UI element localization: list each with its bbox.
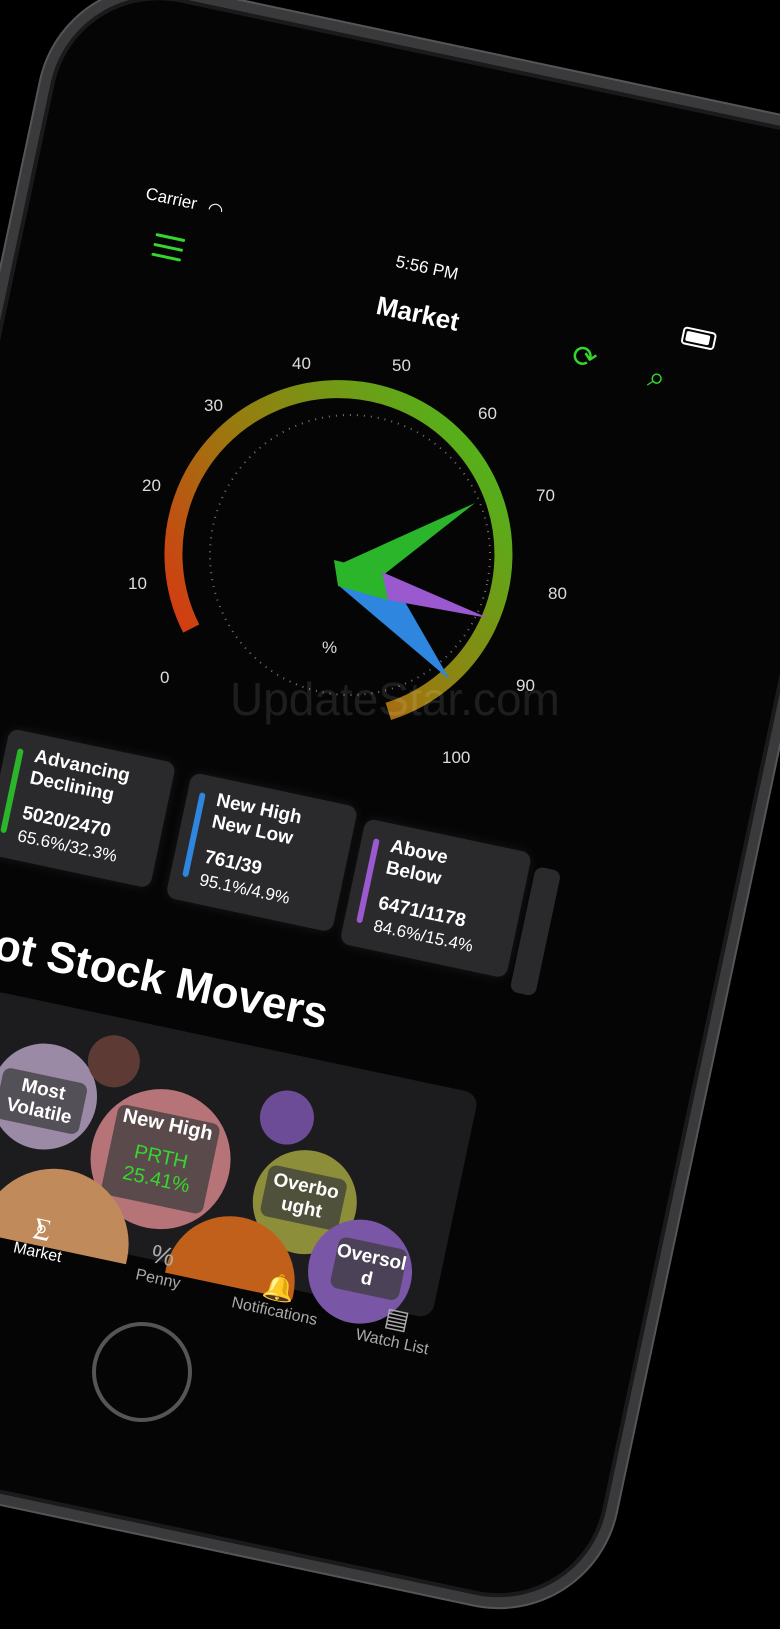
gauge-tick-label: 10 <box>128 574 147 593</box>
gauge-tick-label: 50 <box>392 356 411 375</box>
bubble-small-purple[interactable] <box>254 1085 319 1150</box>
tab-market[interactable]: ⨊ Market <box>12 1208 70 1267</box>
gauge-tick-label: 20 <box>142 476 161 495</box>
watermark: UpdateStar.com <box>230 673 560 725</box>
gauge-tick-label: 40 <box>292 354 311 373</box>
home-button[interactable] <box>92 1322 192 1422</box>
gauge-tick-label: 100 <box>442 748 471 767</box>
app-screen: Carrier ◠ 5:56 PM Market ⟳ ⌕ 0 10 20 30 40 50… <box>0 0 780 1629</box>
gauge-tick-label: 30 <box>204 396 223 415</box>
gauge-tick-label: 60 <box>478 404 497 423</box>
needle-advancing <box>338 503 475 576</box>
gauge-unit: % <box>322 638 338 657</box>
hamburger-menu-icon[interactable] <box>151 233 186 262</box>
gauge-tick-label: 80 <box>548 584 567 603</box>
gauge-tick-label: 70 <box>536 486 555 505</box>
gauge-tick-label: 0 <box>160 668 170 687</box>
